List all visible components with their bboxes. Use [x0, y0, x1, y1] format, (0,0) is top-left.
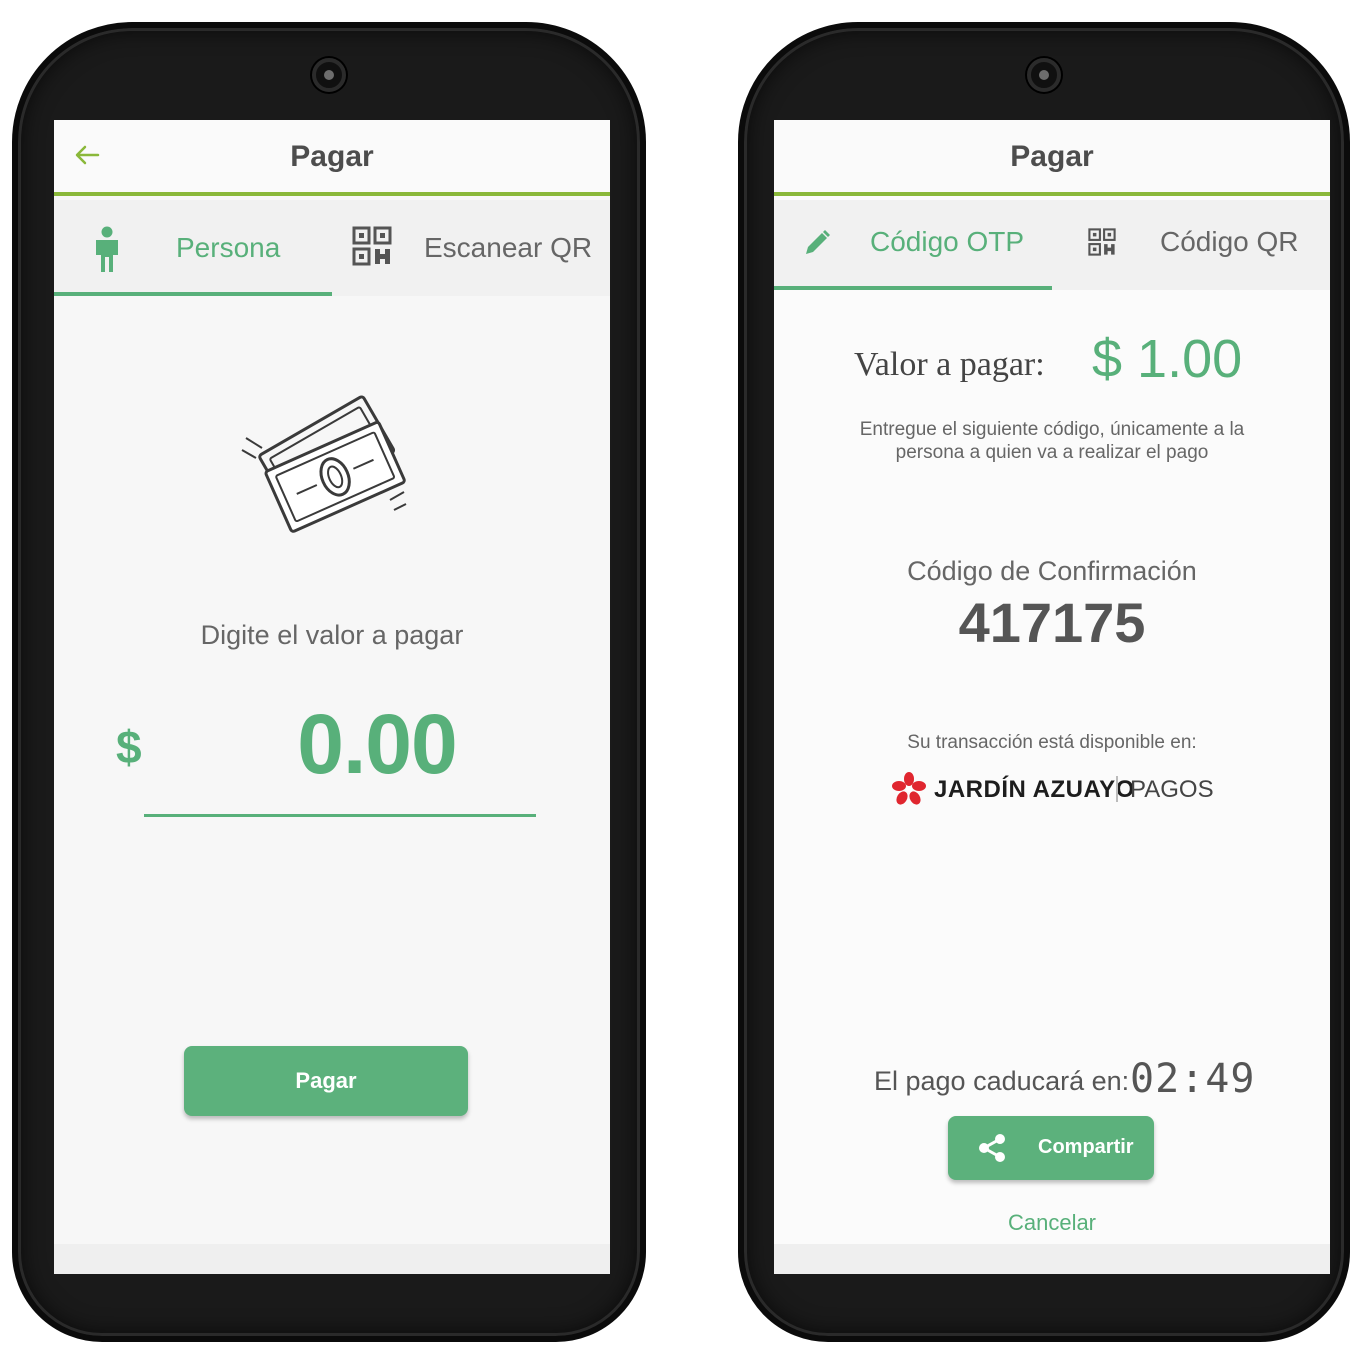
availability-label: Su transacción está disponible en: [907, 732, 1197, 753]
person-icon [96, 226, 118, 272]
cancel-link[interactable]: Cancelar [774, 1210, 1330, 1236]
tab-escanear-qr[interactable]: Escanear QR [332, 200, 610, 296]
front-camera [1027, 58, 1061, 92]
brand-separator [1116, 776, 1118, 802]
page-title: Pagar [290, 140, 374, 173]
tab-bar: Código OTP Código QR [774, 200, 1330, 290]
pay-person-screen: Pagar Persona Escanear QR Digite el valo… [54, 120, 610, 1274]
tab-label: Código OTP [870, 226, 1025, 257]
tab-persona[interactable]: Persona [54, 200, 332, 296]
brand-subtitle: PAGOS [1130, 776, 1214, 803]
confirmation-code: 417175 [958, 591, 1146, 654]
currency-symbol: $ [116, 721, 142, 773]
money-bills-illustration [241, 395, 407, 533]
confirmation-label: Código de Confirmación [907, 556, 1197, 586]
app-bar: Pagar [54, 120, 610, 196]
value-to-pay: Valor a pagar: $ 1.00 [774, 326, 1330, 396]
flower-logo-icon [892, 772, 926, 805]
share-icon [979, 1134, 1005, 1162]
share-button-label: Compartir [1038, 1136, 1134, 1158]
active-tab-indicator [774, 286, 1052, 290]
phone-right-frame: Pagar Código OTP Código QR Valor a pagar… [738, 22, 1350, 1342]
share-button[interactable]: Compartir [948, 1116, 1154, 1180]
screen-bottom-bar [54, 1244, 610, 1274]
otp-code-screen: Pagar Código OTP Código QR Valor a pagar… [774, 120, 1330, 1274]
value-amount: $ 1.00 [1092, 329, 1243, 389]
front-camera [312, 58, 346, 92]
instructions-text: Entregue el siguiente código, únicamente… [859, 419, 1245, 463]
value-label: Valor a pagar: [854, 346, 1045, 383]
qr-code-icon [1088, 228, 1116, 256]
phone-left-frame: Pagar Persona Escanear QR Digite el valo… [12, 22, 646, 1342]
active-tab-indicator [54, 292, 332, 296]
qr-code-icon [352, 226, 392, 266]
page-title: Pagar [1010, 140, 1094, 173]
tab-codigo-otp[interactable]: Código OTP [774, 200, 1052, 290]
app-bar: Pagar [774, 120, 1330, 196]
screen-bottom-bar [774, 1244, 1330, 1274]
brand-logo-row: JARDÍN AZUAYO PAGOS [892, 770, 1232, 810]
brand-name: JARDÍN AZUAYO [934, 776, 1135, 803]
amount-prompt: Digite el valor a pagar [200, 620, 464, 650]
tab-bar: Persona Escanear QR [54, 200, 610, 296]
tab-label: Escanear QR [424, 232, 593, 263]
countdown-timer: 02:49 [1130, 1056, 1256, 1102]
pencil-icon [806, 230, 830, 254]
expiration-label: El pago caducará en: [874, 1066, 1130, 1096]
tab-codigo-qr[interactable]: Código QR [1052, 200, 1330, 290]
pay-button[interactable]: Pagar [184, 1046, 468, 1116]
tab-label: Código QR [1160, 226, 1299, 257]
expiration-row: El pago caducará en: 02:49 [774, 1054, 1330, 1104]
amount-input-underline [144, 814, 536, 817]
amount-input[interactable]: 0.00 [144, 696, 610, 793]
tab-label: Persona [176, 232, 281, 263]
